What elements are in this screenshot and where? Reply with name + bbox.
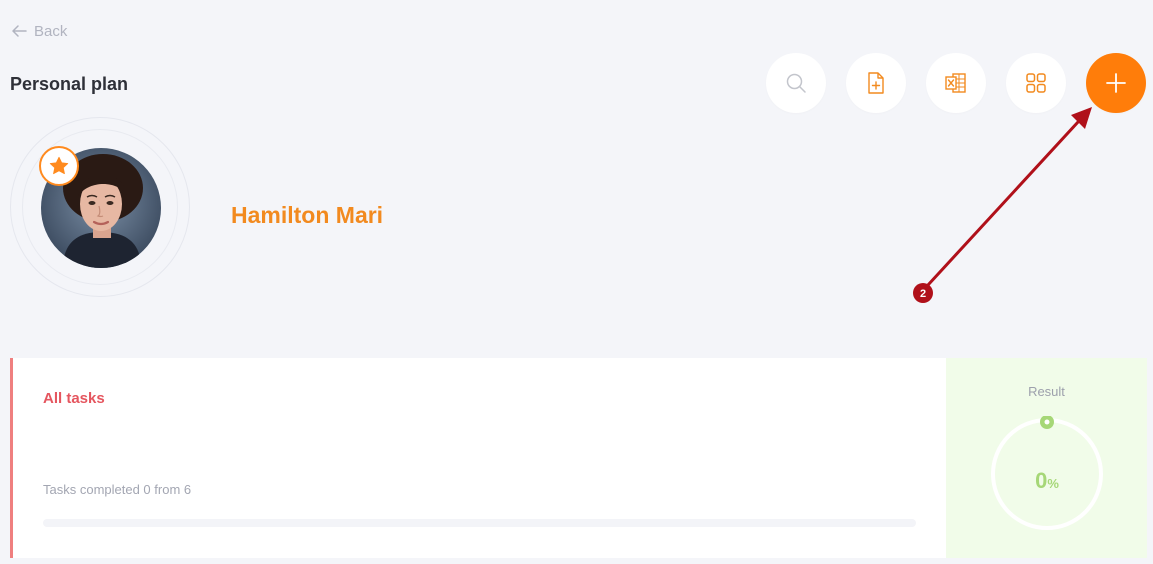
plus-icon (1106, 73, 1126, 93)
result-percentage: 0% (989, 468, 1105, 494)
tasks-progress-text: Tasks completed 0 from 6 (43, 482, 192, 497)
add-document-button[interactable] (846, 53, 906, 113)
all-tasks-link[interactable]: All tasks (43, 390, 105, 407)
excel-export-icon (945, 73, 966, 93)
tasks-card: All tasks Tasks completed 0 from 6 Resul… (10, 358, 1147, 558)
annotation-step-marker (913, 283, 933, 303)
add-document-icon (868, 72, 884, 94)
back-link[interactable]: Back (10, 22, 67, 40)
arrow-left-icon (12, 25, 27, 37)
card-accent-stripe (10, 358, 13, 558)
toolbar (766, 53, 1146, 113)
annotation-step-number: 2 (920, 288, 926, 300)
annotation-arrow (926, 107, 1092, 287)
result-panel: Result 0% (946, 358, 1147, 558)
star-icon (49, 156, 69, 175)
search-button[interactable] (766, 53, 826, 113)
grid-view-icon (1026, 73, 1046, 93)
add-button[interactable] (1086, 53, 1146, 113)
favorite-badge[interactable] (39, 146, 79, 186)
back-label: Back (34, 22, 68, 40)
result-value: 0 (1035, 468, 1048, 493)
result-label: Result (1028, 384, 1065, 399)
employee-name: Hamilton Mari (231, 202, 384, 228)
grid-view-button[interactable] (1006, 53, 1066, 113)
result-unit: % (1047, 476, 1059, 491)
excel-export-button[interactable] (926, 53, 986, 113)
search-icon (786, 73, 806, 93)
tasks-progress-bar (43, 519, 916, 527)
page-title: Personal plan (10, 74, 129, 94)
